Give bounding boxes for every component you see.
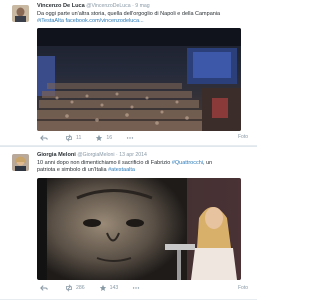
retweet-icon [66, 134, 72, 142]
photo-auditorium [37, 28, 241, 131]
reply-icon [40, 135, 48, 141]
author-name[interactable]: Giorgia Meloni [37, 152, 76, 158]
avatar[interactable] [12, 154, 29, 171]
external-link[interactable]: facebook.com/vincenzodeluca... [65, 18, 143, 24]
star-icon [99, 284, 106, 292]
tweet-time[interactable]: · 9 mag [132, 3, 150, 9]
tweet-actions: 286 143 [40, 284, 157, 292]
tweet-vincenzo-de-luca[interactable]: Vincenzo De Luca @VincenzoDeLuca · 9 mag… [0, 0, 257, 146]
retweet-button[interactable]: 11 [65, 134, 81, 142]
tweet-text-line: Da oggi parte un'altra storia, quella de… [37, 11, 221, 17]
retweet-count: 286 [76, 285, 85, 291]
tweet-photo[interactable] [37, 178, 241, 280]
tweet-text: 10 anni dopo non dimentichiamo il sacrif… [37, 160, 249, 174]
more-button[interactable] [126, 134, 137, 142]
tweet-text-line-end: , un [203, 160, 213, 166]
more-button[interactable] [132, 284, 143, 292]
reply-button[interactable] [40, 134, 51, 142]
tweet-text: Da oggi parte un'altra storia, quella de… [37, 11, 249, 25]
author-name[interactable]: Vincenzo De Luca [37, 3, 85, 9]
retweet-count: 11 [76, 135, 82, 141]
reply-icon [40, 285, 48, 291]
tweet-text-line: 10 anni dopo non dimentichiamo il sacrif… [37, 160, 171, 166]
more-icon [127, 137, 134, 139]
favorite-button[interactable]: 143 [99, 284, 119, 292]
favorite-count: 143 [109, 285, 119, 291]
timeline: Vincenzo De Luca @VincenzoDeLuca · 9 mag… [0, 0, 257, 300]
hashtag-link[interactable]: #atestaalta [108, 167, 135, 173]
tweet-header: Vincenzo De Luca @VincenzoDeLuca · 9 mag [37, 3, 150, 10]
author-handle[interactable]: @VincenzoDeLuca [86, 3, 130, 9]
media-label[interactable]: Foto [238, 134, 248, 140]
hashtag-link[interactable]: #Quattrocchi [172, 160, 203, 166]
tweet-giorgia-meloni[interactable]: Giorgia Meloni @GiorgiaMeloni · 13 apr 2… [0, 146, 257, 300]
favorite-button[interactable]: 16 [95, 134, 112, 142]
hashtag-link[interactable]: #iTestaAlta [37, 18, 64, 24]
tweet-text-line: patriota e simbolo di un'Italia [37, 167, 107, 173]
avatar[interactable] [12, 5, 29, 22]
retweet-icon [66, 284, 72, 292]
more-icon [133, 287, 140, 289]
photo-speech [37, 178, 241, 280]
favorite-count: 16 [106, 135, 113, 141]
media-label[interactable]: Foto [238, 285, 248, 291]
author-handle[interactable]: @GiorgiaMeloni [77, 152, 114, 158]
tweet-photo[interactable] [37, 28, 241, 131]
reply-button[interactable] [40, 284, 51, 292]
tweet-time[interactable]: · 13 apr 2014 [116, 152, 147, 158]
tweet-actions: 11 16 [40, 134, 151, 142]
star-icon [96, 134, 103, 142]
retweet-button[interactable]: 286 [65, 284, 85, 292]
tweet-header: Giorgia Meloni @GiorgiaMeloni · 13 apr 2… [37, 152, 147, 159]
